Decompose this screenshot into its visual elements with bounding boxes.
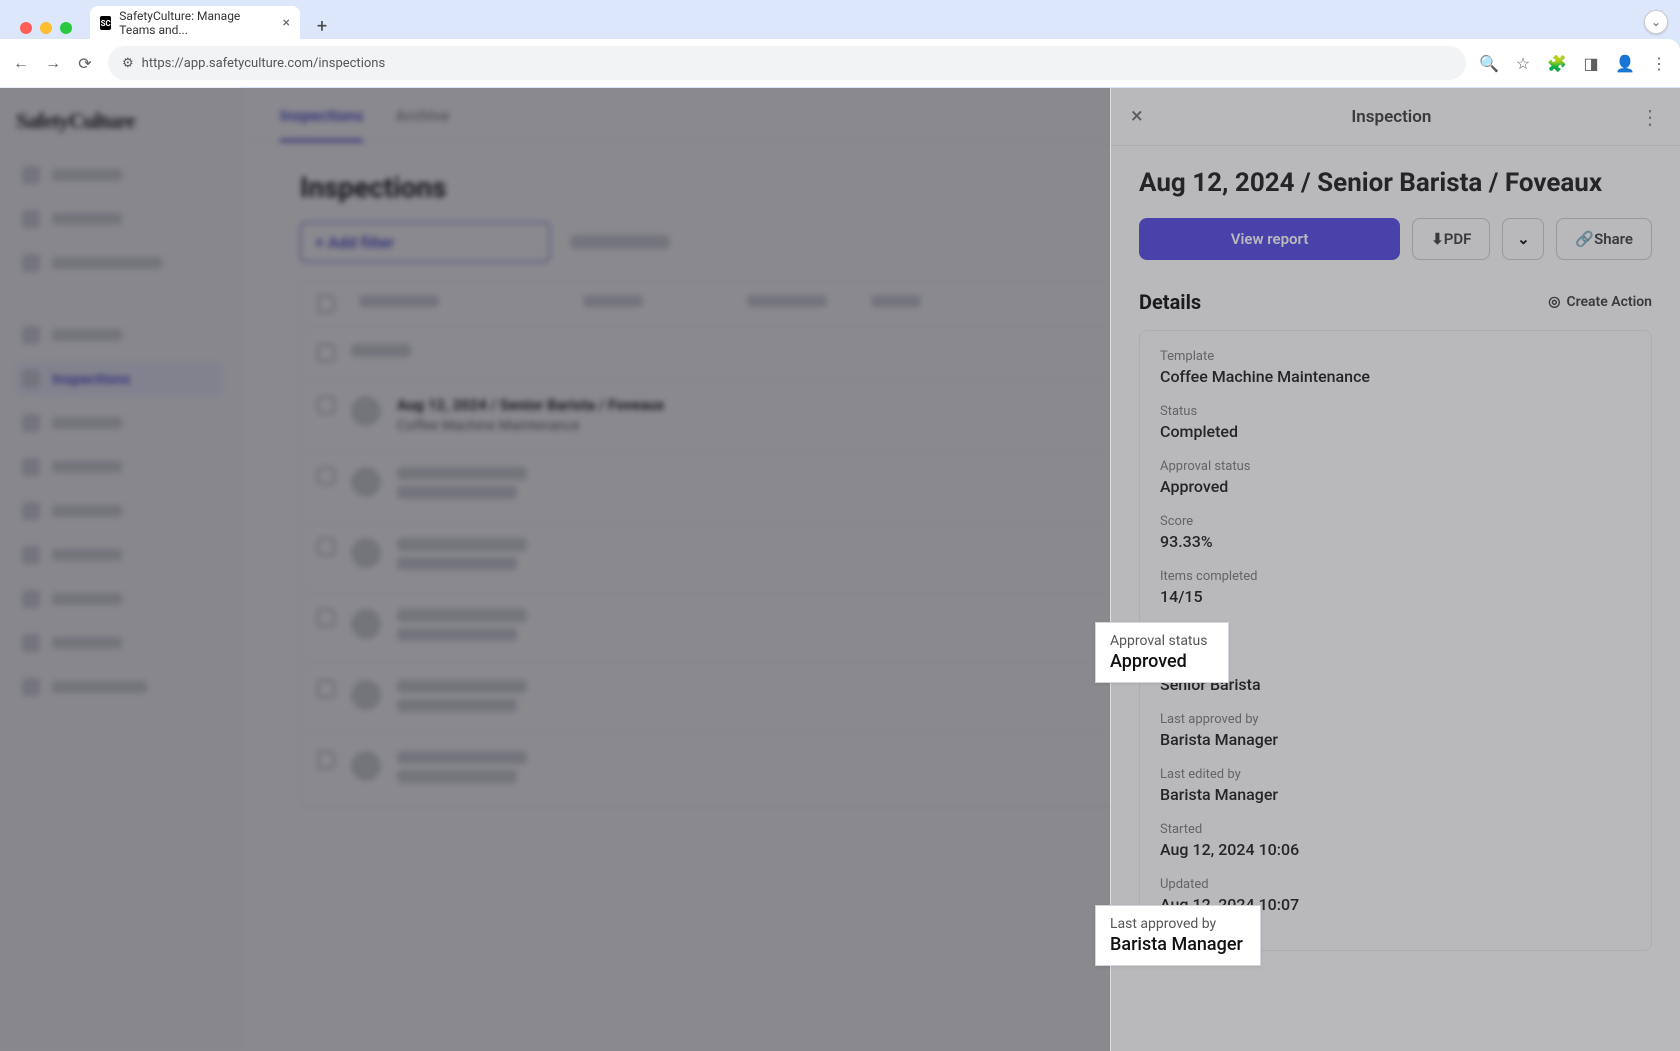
minimize-window-icon[interactable] — [40, 22, 52, 34]
new-tab-button[interactable]: + — [308, 12, 336, 40]
extensions-icon[interactable]: 🧩 — [1548, 54, 1566, 72]
tab-title: SafetyCulture: Manage Teams and... — [119, 9, 274, 37]
site-info-icon[interactable]: ⚙ — [122, 56, 134, 71]
close-window-icon[interactable] — [20, 22, 32, 34]
window-controls — [10, 10, 82, 40]
tab-dropdown-icon[interactable]: ⌄ — [1644, 10, 1668, 34]
url-text: https://app.safetyculture.com/inspection… — [142, 56, 386, 71]
back-icon[interactable]: ← — [12, 54, 30, 72]
tab-close-icon[interactable]: × — [283, 15, 290, 31]
maximize-window-icon[interactable] — [60, 22, 72, 34]
bookmark-icon[interactable]: ☆ — [1514, 54, 1532, 72]
address-bar[interactable]: ⚙ https://app.safetyculture.com/inspecti… — [108, 46, 1466, 80]
reload-icon[interactable]: ⟳ — [76, 54, 94, 72]
sidepanel-icon[interactable]: ◨ — [1582, 54, 1600, 72]
browser-tab[interactable]: SC SafetyCulture: Manage Teams and... × — [90, 6, 300, 40]
highlight-approved-by: Last approved by Barista Manager — [1095, 905, 1261, 966]
zoom-icon[interactable]: 🔍 — [1480, 54, 1498, 72]
highlight-approval-status: Approval status Approved — [1095, 622, 1229, 683]
favicon-icon: SC — [100, 16, 111, 30]
browser-chrome: SC SafetyCulture: Manage Teams and... × … — [0, 0, 1680, 88]
menu-icon[interactable]: ⋮ — [1650, 54, 1668, 72]
profile-icon[interactable]: 👤 — [1616, 54, 1634, 72]
forward-icon[interactable]: → — [44, 54, 62, 72]
